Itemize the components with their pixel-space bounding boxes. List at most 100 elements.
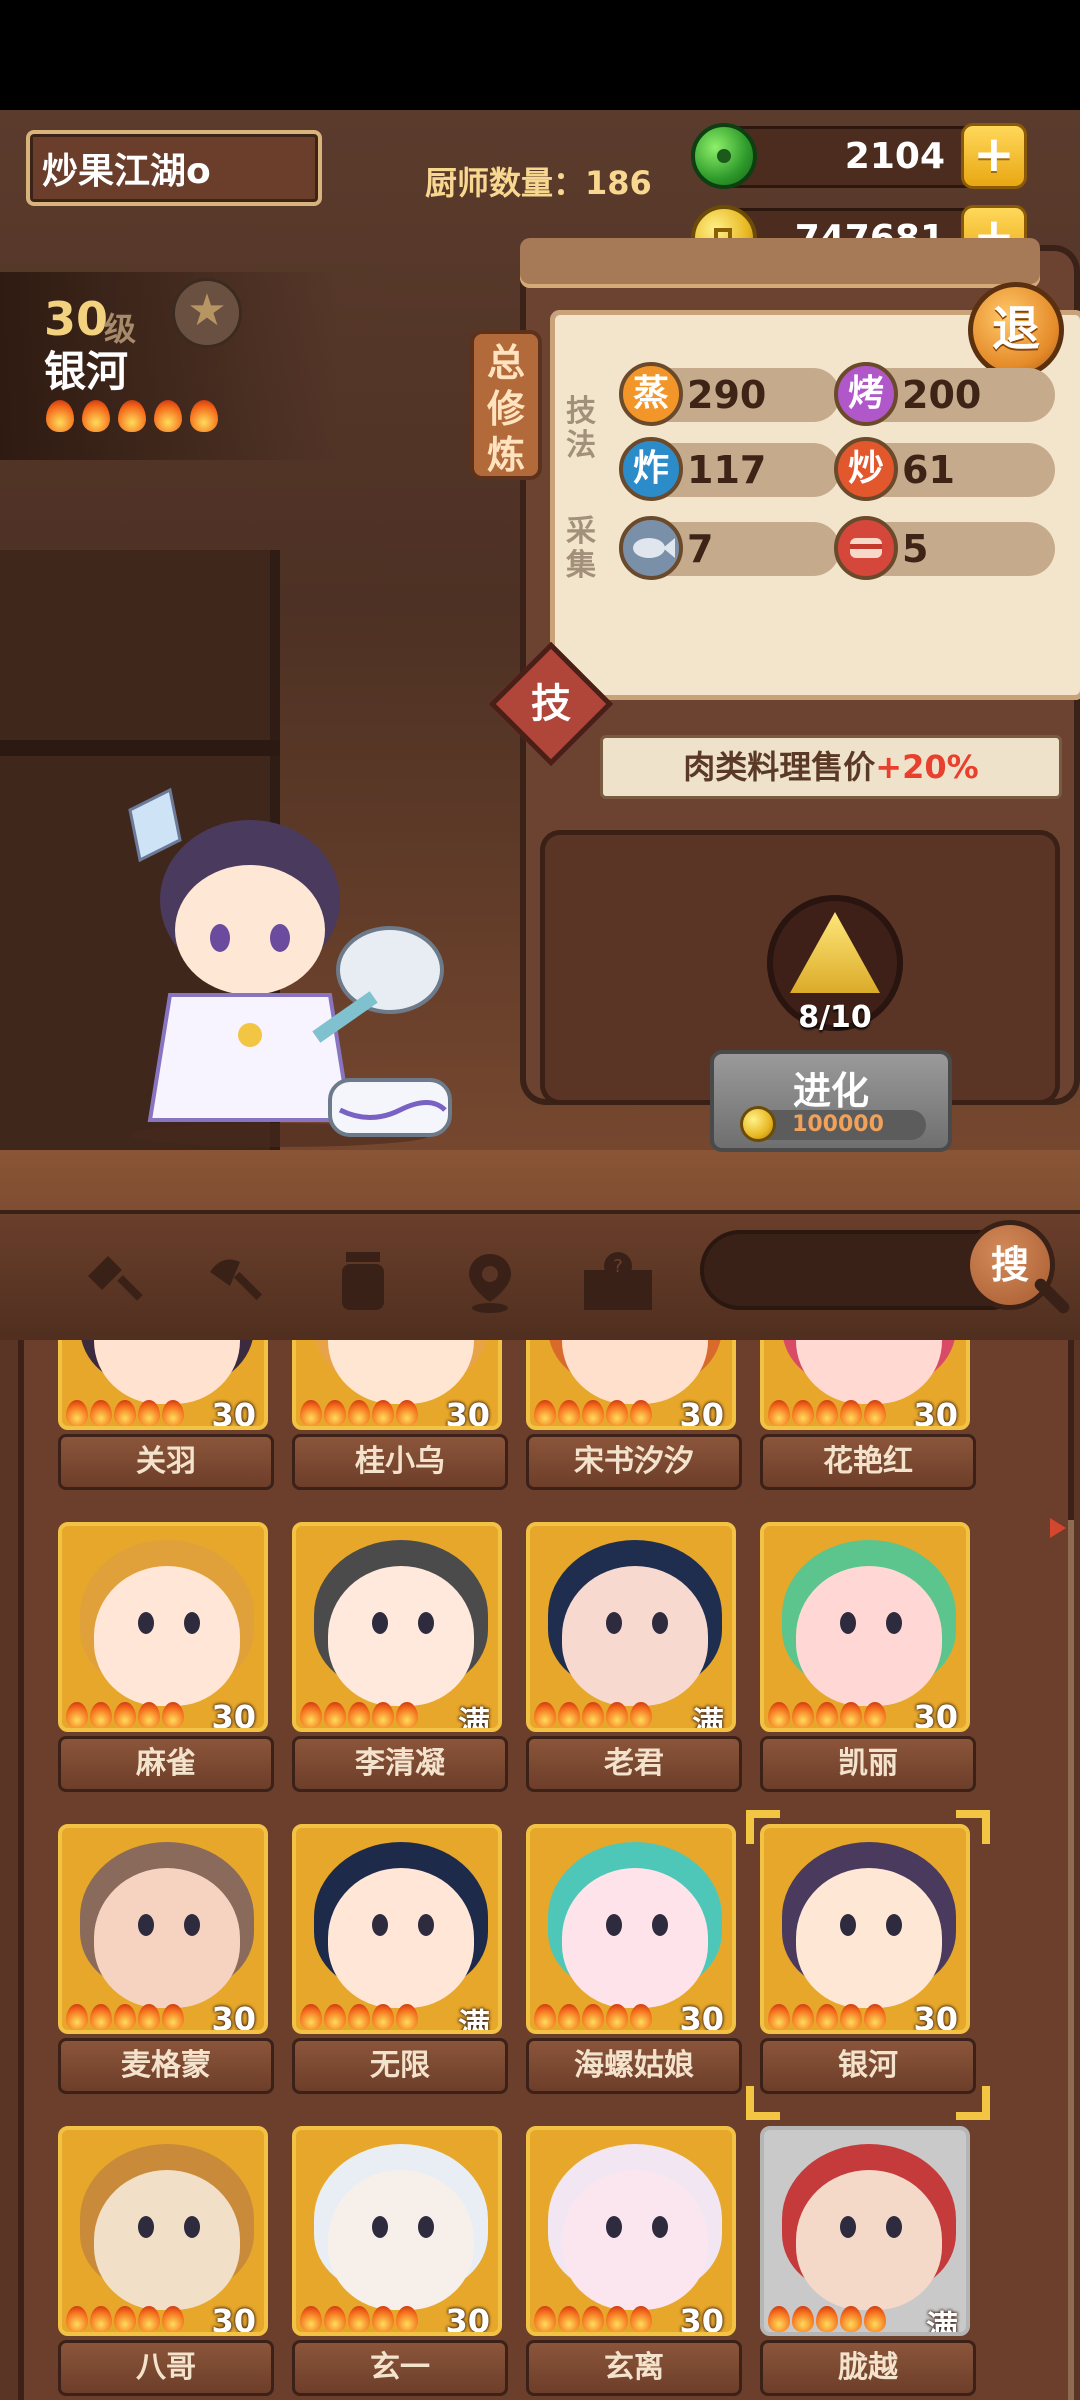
chef-eye [138,1914,154,1936]
fish-icon [619,516,683,580]
chef-card[interactable]: 30 关羽 [58,1340,274,1520]
add-jade-button[interactable]: + [961,123,1027,189]
chef-card-name: 胧越 [760,2340,976,2396]
flame-icon [630,2004,652,2030]
chef-flames [66,1400,184,1426]
flame-icon [90,1702,112,1728]
list-scrollbar[interactable] [1068,1520,1074,2400]
chef-face [562,2170,708,2310]
chef-card-level: 30 [913,1396,958,1430]
chef-card[interactable]: 30 麦格蒙 [58,1824,274,2124]
flame-icon [816,2004,838,2030]
flame-icon [138,1702,160,1728]
chef-portrait: 30 [58,1824,268,2034]
chef-card-level: 30 [445,2302,490,2336]
trowel-icon[interactable] [202,1246,272,1316]
chef-card[interactable]: 30 宋书汐汐 [526,1340,742,1520]
flame-icon [162,1400,184,1426]
player-name[interactable]: 炒果江湖o [26,130,322,206]
flame-icon [396,1400,418,1426]
flame-icon [558,1702,580,1728]
chef-list-frame: 30 关羽 30 桂小乌 30 宋书汐汐 30 花艳红 30 麻雀满李清凝满老君 30 凯丽 30 麦格蒙… [18,1340,1074,2400]
chef-card-level: 满 [457,1704,490,1732]
chef-flames [768,1400,886,1426]
chef-face [562,1868,708,2008]
flame-icon [606,2004,628,2030]
flame-icon [154,400,182,432]
chef-eye [840,1612,856,1634]
chef-card[interactable]: 满老君 [526,1522,742,1822]
flame-icon [840,2306,862,2332]
flame-icon [792,1702,814,1728]
stir-fry-icon: 炒 [834,437,898,501]
flame-icon [90,1400,112,1426]
chef-flames [300,1400,418,1426]
stat-value: 200 [902,373,982,417]
selection-corner [956,2086,990,2120]
flame-icon [162,2306,184,2332]
location-icon[interactable] [455,1246,525,1316]
chef-card[interactable]: 30 花艳红 [760,1340,976,1520]
skill-label[interactable]: 技 [507,660,595,748]
chef-card[interactable]: 30 银河 [746,1810,990,2124]
chef-character[interactable] [100,780,470,1150]
flame-icon [864,2004,886,2030]
coin-icon [740,1106,776,1142]
chef-face [562,1340,708,1404]
chef-card[interactable]: 30 麻雀 [58,1522,274,1822]
flame-icon [792,2004,814,2030]
chef-flames [768,1702,886,1728]
chef-eye [138,2216,154,2238]
flame-icon [534,1702,556,1728]
chef-eye [138,1612,154,1634]
chef-card[interactable]: 30 凯丽 [760,1522,976,1822]
evolve-label: 进化 [792,1069,869,1113]
search-button[interactable]: 搜 [965,1220,1055,1310]
chef-card[interactable]: 满无限 [292,1824,508,2124]
jar-icon[interactable] [328,1246,398,1316]
chef-card-name: 麻雀 [58,1736,274,1792]
chef-face [328,2170,474,2310]
stat-value: 5 [902,527,929,571]
chef-card[interactable]: 30 八哥 [58,2126,274,2400]
tab-total-training[interactable]: 总修炼 [470,330,542,480]
chef-card-level: 30 [211,2302,256,2336]
flame-icon [582,1400,604,1426]
chef-portrait: 30 [58,1340,268,1430]
stat-value: 7 [687,527,714,571]
chef-eye [652,1612,668,1634]
shovel-icon[interactable] [78,1246,148,1316]
chef-flames [300,2306,418,2332]
evolve-progress: 8/10 [798,1000,872,1035]
chef-card-level: 30 [211,2000,256,2034]
chef-card[interactable]: 满胧越 [760,2126,976,2400]
chef-card-level: 30 [445,1396,490,1430]
flame-icon [300,1400,322,1426]
chef-card[interactable]: 30 玄一 [292,2126,508,2400]
flame-icon [768,1400,790,1426]
chef-portrait: 30 [760,1824,970,2034]
chef-face [328,1566,474,1706]
exit-button[interactable]: 退 [968,282,1064,378]
chef-face [94,2170,240,2310]
flame-icon [864,1702,886,1728]
map-question-icon[interactable]: ? [580,1246,652,1316]
chef-card[interactable]: 30 海螺姑娘 [526,1824,742,2124]
chef-eye [184,1612,200,1634]
flame-icon [66,2004,88,2030]
chef-card[interactable]: 30 桂小乌 [292,1340,508,1520]
chef-portrait: 30 [58,2126,268,2336]
chef-portrait: 满 [292,1522,502,1732]
stat-stirfry: 炒 61 [834,437,1055,501]
chef-portrait: 30 [58,1522,268,1732]
chef-portrait: 满 [292,1824,502,2034]
chef-portrait: 满 [526,1522,736,1732]
chef-card[interactable]: 满李清凝 [292,1522,508,1822]
chef-flames [768,2004,886,2030]
chef-card[interactable]: 30 玄离 [526,2126,742,2400]
chef-portrait: 30 [526,1340,736,1430]
evolve-button[interactable]: 进化 100000 [710,1050,952,1152]
flame-icon [324,2306,346,2332]
chef-card-level: 30 [913,1698,958,1732]
star-icon[interactable]: ★ [172,278,242,348]
